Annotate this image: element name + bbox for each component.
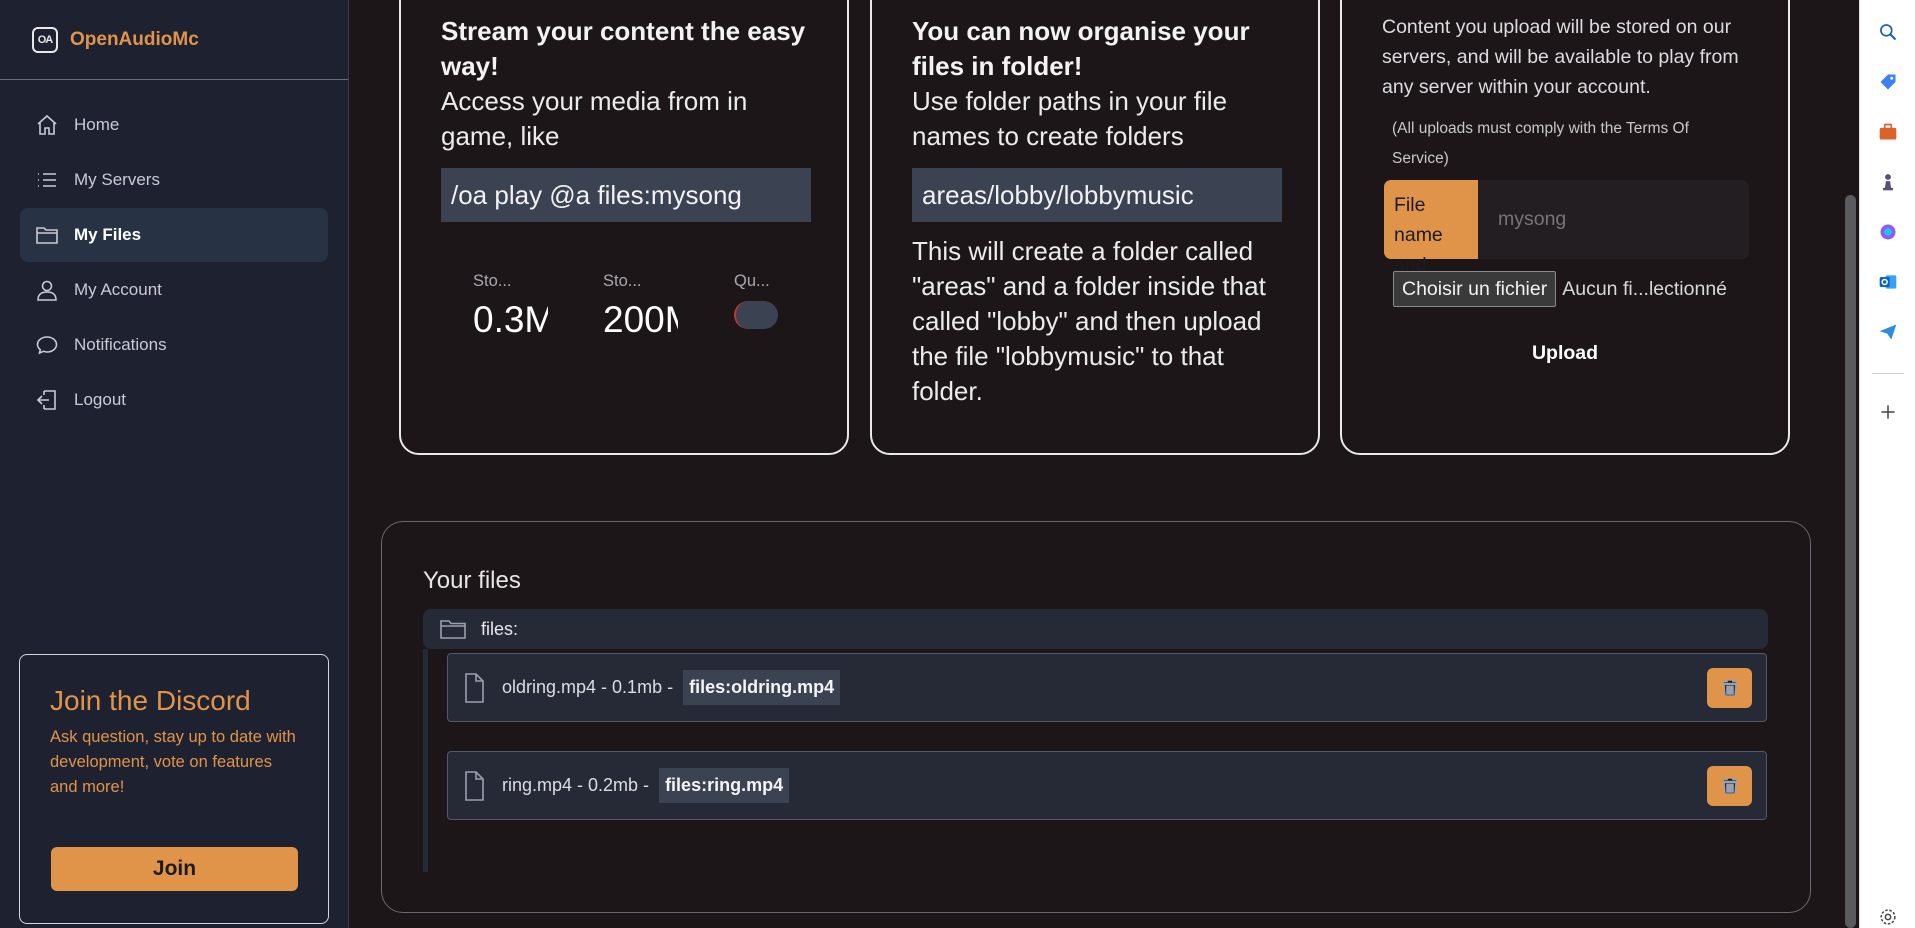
- trash-icon: [1722, 680, 1737, 696]
- choose-file-button[interactable]: Choisir un fichier: [1393, 271, 1557, 307]
- file-reference[interactable]: files:ring.mp4: [659, 768, 790, 803]
- nav-label: Home: [74, 115, 120, 134]
- play-command-code: /oa play @a files:mysong: [441, 168, 811, 222]
- file-icon: [465, 770, 484, 801]
- stat-value: 0.3M: [473, 299, 548, 340]
- trash-icon: [1722, 778, 1737, 794]
- nav-item-logout[interactable]: Logout: [20, 373, 328, 427]
- stat-storage-used: Sto... 0.3M: [473, 272, 548, 341]
- upload-description: Content you upload will be stored on our…: [1382, 16, 1739, 98]
- settings-icon[interactable]: [1876, 905, 1900, 928]
- nav-label: My Files: [74, 225, 142, 244]
- send-icon[interactable]: [1876, 320, 1900, 344]
- stat-label: Qu...: [734, 272, 770, 290]
- upload-card: Content you upload will be stored on our…: [1340, 0, 1790, 455]
- stream-heading: Stream your content the easy way!: [441, 16, 806, 81]
- discord-promo: Join the Discord Ask question, stay up t…: [19, 654, 329, 924]
- folder-path-code: areas/lobby/lobbymusic: [912, 168, 1282, 222]
- folder-row[interactable]: files:: [423, 609, 1768, 649]
- plus-icon[interactable]: [1876, 400, 1900, 424]
- app-logo-icon: OA: [32, 26, 58, 53]
- home-icon: [34, 112, 60, 138]
- discord-text: Ask question, stay up to date with devel…: [50, 728, 296, 796]
- nav-label: My Account: [74, 280, 162, 299]
- user-icon: [34, 277, 60, 303]
- folders-text: Use folder paths in your file names to c…: [912, 86, 1228, 151]
- folders-heading: You can now organise your files in folde…: [912, 16, 1250, 81]
- main-content: Stream your content the easy way! Access…: [350, 0, 1845, 928]
- nav-label: My Servers: [74, 170, 160, 189]
- folder-name: files:: [481, 618, 519, 639]
- stat-label: Sto...: [473, 272, 512, 290]
- folder-icon: [34, 222, 60, 248]
- no-file-selected-text: Aucun fi...lectionné: [1562, 277, 1728, 300]
- file-reference[interactable]: files:oldring.mp4: [683, 670, 841, 705]
- file-info: ring.mp4 - 0.2mb -: [502, 775, 650, 795]
- tos-note: (All uploads must comply with the Terms …: [1392, 120, 1689, 167]
- nav-item-my-servers[interactable]: My Servers: [20, 153, 328, 207]
- nav-item-notifications[interactable]: Notifications: [20, 318, 328, 372]
- filename-field-group: File name and path: [1384, 180, 1749, 306]
- tag-icon[interactable]: [1876, 70, 1900, 94]
- file-item[interactable]: ring.mp4 - 0.2mb - files:ring.mp4: [447, 751, 1767, 820]
- filename-input[interactable]: [1478, 180, 1749, 259]
- chess-icon[interactable]: [1876, 170, 1900, 194]
- chat-bubble-icon: [34, 332, 60, 358]
- page-scrollbar-thumb[interactable]: [1845, 195, 1856, 928]
- list-icon: [34, 167, 60, 193]
- stat-value: 200M: [603, 299, 678, 340]
- filename-label: File name and path: [1384, 180, 1478, 306]
- folder-icon: [440, 620, 466, 639]
- file-info: oldring.mp4 - 0.1mb -: [502, 677, 674, 697]
- nav-item-home[interactable]: Home: [20, 98, 328, 152]
- delete-file-button[interactable]: [1707, 668, 1752, 708]
- join-discord-button[interactable]: Join: [51, 847, 298, 891]
- nav-item-my-files[interactable]: My Files: [20, 208, 328, 262]
- discord-title: Join the Discord: [50, 685, 251, 716]
- brand-name: OpenAudioMc: [70, 28, 199, 50]
- upload-button[interactable]: Upload: [1342, 342, 1788, 365]
- copilot-icon[interactable]: [1876, 220, 1900, 244]
- folders-info-card: You can now organise your files in folde…: [870, 0, 1320, 455]
- outlook-icon[interactable]: [1876, 270, 1900, 294]
- logout-icon: [34, 387, 60, 413]
- quota-progress-ring: [734, 301, 778, 329]
- stat-quota: Qu...: [734, 272, 778, 329]
- folders-explanation: This will create a folder called "areas"…: [912, 236, 1266, 406]
- storage-stats: Sto... 0.3M Sto... 200M Qu...: [471, 272, 791, 342]
- files-title: Your files: [423, 567, 521, 594]
- file-chooser: Choisir un fichier Aucun fi...lectionné: [1393, 271, 1727, 307]
- nav-label: Notifications: [74, 335, 167, 354]
- stream-text: Access your media from in game, like: [441, 86, 748, 151]
- browser-sidebar: [1859, 0, 1915, 928]
- sidebar: OA OpenAudioMc Home My Servers My Files: [0, 0, 349, 928]
- main-nav: Home My Servers My Files My Account Noti…: [0, 80, 348, 427]
- delete-file-button[interactable]: [1707, 766, 1752, 806]
- briefcase-icon[interactable]: [1876, 120, 1900, 144]
- nav-label: Logout: [74, 390, 126, 409]
- brand-header[interactable]: OA OpenAudioMc: [0, 0, 348, 80]
- search-icon[interactable]: [1876, 20, 1900, 44]
- stat-label: Sto...: [603, 272, 642, 290]
- nav-item-my-account[interactable]: My Account: [20, 263, 328, 317]
- file-icon: [465, 672, 484, 703]
- tree-indent-line: [423, 649, 428, 872]
- files-panel: Your files files: oldring.mp4 - 0.1mb - …: [381, 521, 1811, 913]
- strip-divider: [1872, 373, 1904, 374]
- stat-storage-total: Sto... 200M: [603, 272, 678, 341]
- stream-info-card: Stream your content the easy way! Access…: [399, 0, 849, 455]
- file-item[interactable]: oldring.mp4 - 0.1mb - files:oldring.mp4: [447, 653, 1767, 722]
